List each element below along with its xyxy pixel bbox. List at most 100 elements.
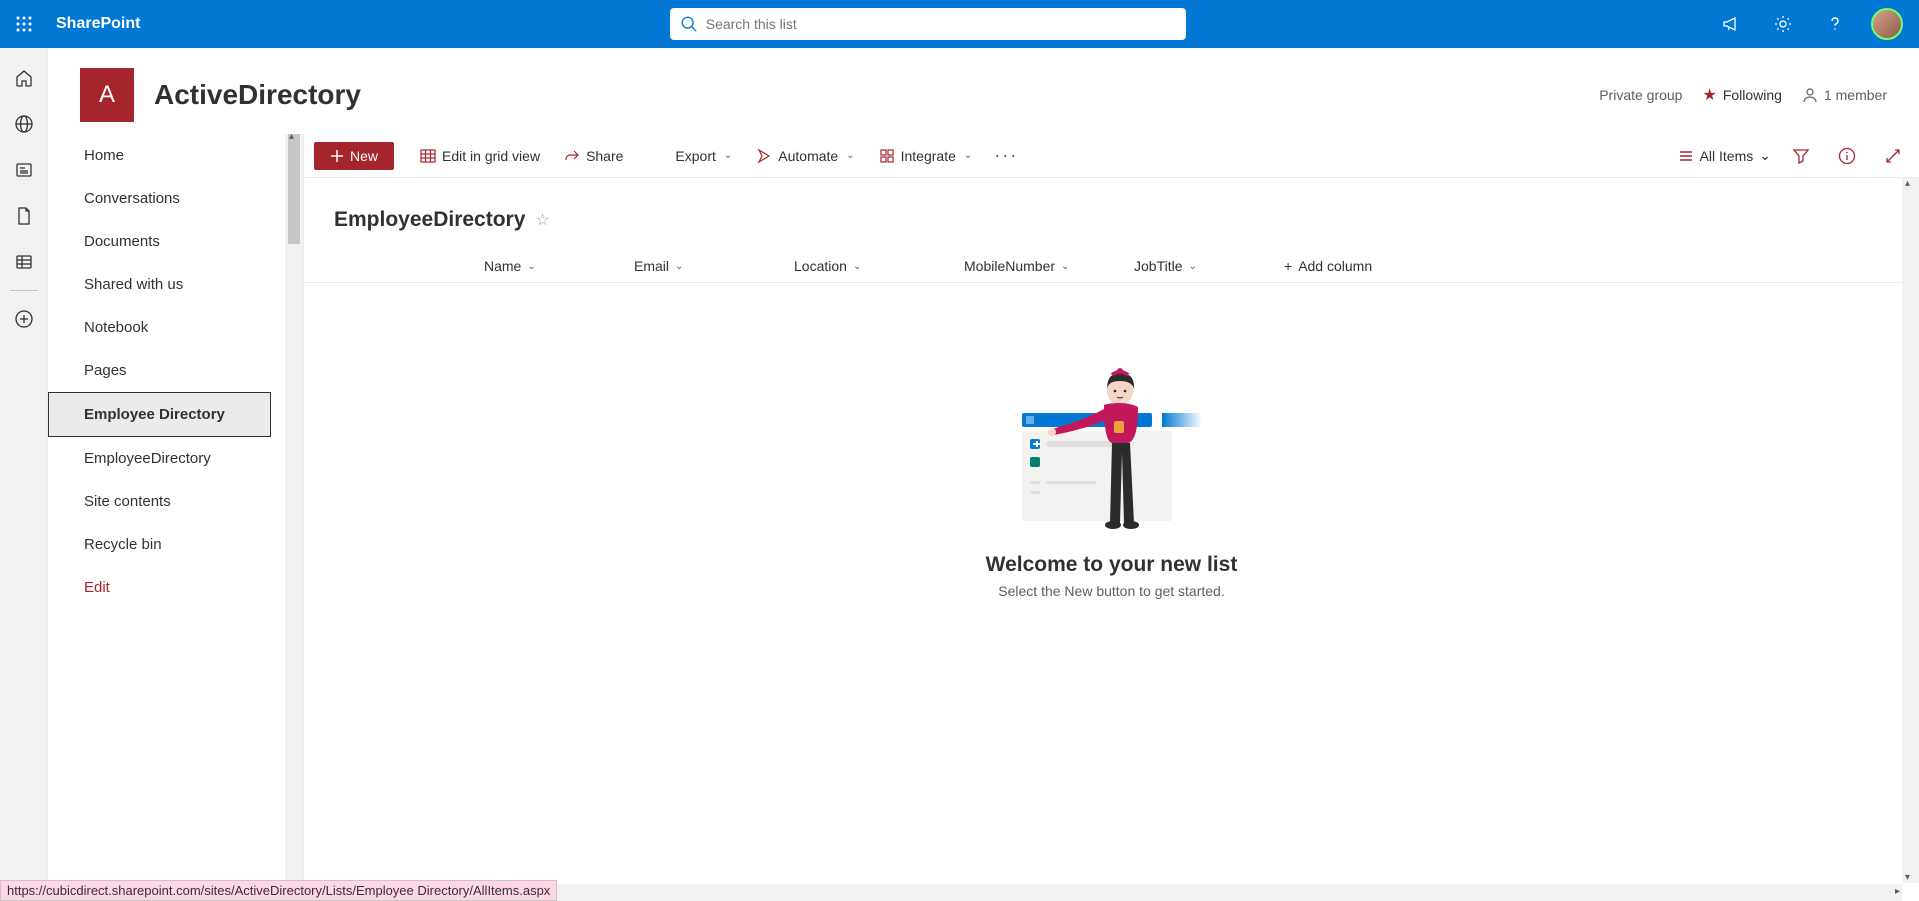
members-label: 1 member [1824, 87, 1887, 103]
chevron-down-icon: ⌄ [1759, 147, 1771, 164]
nav-item-edit[interactable]: Edit [48, 566, 285, 609]
appbar-create[interactable] [0, 297, 48, 341]
site-logo[interactable]: A [80, 68, 134, 122]
edit-grid-button[interactable]: Edit in grid view [410, 142, 550, 170]
suite-header: SharePoint [0, 0, 1919, 48]
nav-item-recycle-bin[interactable]: Recycle bin [48, 523, 285, 566]
plus-icon: + [1284, 258, 1292, 274]
nav-item-home[interactable]: Home [48, 134, 285, 177]
new-button[interactable]: New [314, 142, 394, 170]
waffle-icon [16, 16, 32, 32]
browser-status-bar: https://cubicdirect.sharepoint.com/sites… [0, 880, 557, 901]
view-label: All Items [1700, 148, 1754, 164]
empty-state-title: Welcome to your new list [304, 553, 1919, 577]
home-icon [14, 68, 34, 88]
list-icon [14, 252, 34, 272]
expand-button[interactable] [1877, 140, 1909, 172]
command-bar-right: All Items ⌄ [1678, 140, 1909, 172]
nav-item-employeedirectory[interactable]: EmployeeDirectory [48, 437, 285, 480]
filter-icon [1792, 147, 1810, 165]
search-input[interactable] [706, 16, 1176, 32]
app-launcher-button[interactable] [0, 0, 48, 48]
chevron-down-icon: ⌄ [846, 150, 854, 161]
chevron-down-icon: ⌄ [675, 261, 683, 272]
export-button[interactable]: Export ⌄ [665, 142, 742, 170]
share-icon [564, 148, 580, 164]
suite-header-right [1707, 0, 1919, 48]
chevron-down-icon: ⌄ [527, 261, 535, 272]
page-content: A ActiveDirectory Private group ★ Follow… [48, 48, 1919, 901]
nav-item-notebook[interactable]: Notebook [48, 306, 285, 349]
nav-item-site-contents[interactable]: Site contents [48, 480, 285, 523]
info-icon [1838, 147, 1856, 165]
site-header-right: Private group ★ Following 1 member [1599, 85, 1887, 105]
body-row: HomeConversationsDocumentsShared with us… [48, 134, 1919, 901]
user-avatar[interactable] [1871, 8, 1903, 40]
nav-item-documents[interactable]: Documents [48, 220, 285, 263]
automate-label: Automate [778, 148, 838, 164]
quick-launch-wrap: HomeConversationsDocumentsShared with us… [48, 134, 303, 901]
export-label: Export [675, 148, 715, 164]
favorite-toggle[interactable]: ☆ [535, 210, 549, 230]
appbar-home[interactable] [0, 56, 48, 100]
members-button[interactable]: 1 member [1802, 87, 1887, 103]
column-header-mobilenumber[interactable]: MobileNumber⌄ [964, 258, 1134, 274]
appbar-news[interactable] [0, 148, 48, 192]
help-icon [1825, 14, 1845, 34]
nav-item-shared-with-us[interactable]: Shared with us [48, 263, 285, 306]
quick-launch: HomeConversationsDocumentsShared with us… [48, 134, 285, 901]
list-scroll-region: EmployeeDirectory ☆ Name⌄ Email⌄ Locatio… [304, 178, 1919, 901]
expand-icon [1884, 147, 1902, 165]
file-icon [14, 206, 34, 226]
search-icon [680, 15, 698, 33]
quick-launch-scrollbar[interactable]: ▴ [285, 134, 303, 901]
overflow-button[interactable]: ··· [986, 145, 1026, 166]
help-button[interactable] [1811, 0, 1859, 48]
appbar-files[interactable] [0, 194, 48, 238]
list-title-row: EmployeeDirectory ☆ [304, 178, 1919, 250]
settings-button[interactable] [1759, 0, 1807, 48]
follow-button[interactable]: ★ Following [1702, 85, 1781, 105]
filter-button[interactable] [1785, 140, 1817, 172]
chevron-down-icon: ⌄ [964, 150, 972, 161]
column-header-email[interactable]: Email⌄ [634, 258, 794, 274]
integrate-label: Integrate [901, 148, 956, 164]
nav-item-employee-directory[interactable]: Employee Directory [48, 392, 271, 437]
nav-item-conversations[interactable]: Conversations [48, 177, 285, 220]
column-header-location[interactable]: Location⌄ [794, 258, 964, 274]
chevron-down-icon: ⌄ [724, 150, 732, 161]
column-header-jobtitle[interactable]: JobTitle⌄ [1134, 258, 1284, 274]
globe-icon [14, 114, 34, 134]
chevron-down-icon: ⌄ [1061, 261, 1069, 272]
brand-label[interactable]: SharePoint [48, 15, 148, 33]
share-label: Share [586, 148, 623, 164]
megaphone-button[interactable] [1707, 0, 1755, 48]
site-header: A ActiveDirectory Private group ★ Follow… [48, 48, 1919, 134]
main-region: New Edit in grid view Share Export ⌄ [303, 134, 1919, 901]
add-column-button[interactable]: +Add column [1284, 258, 1372, 274]
search-box[interactable] [670, 8, 1186, 40]
site-privacy: Private group [1599, 87, 1682, 103]
plus-icon [330, 149, 344, 163]
view-selector[interactable]: All Items ⌄ [1678, 147, 1771, 164]
empty-state: Welcome to your new list Select the New … [304, 283, 1919, 639]
appbar-lists[interactable] [0, 240, 48, 284]
list-title: EmployeeDirectory [334, 208, 525, 232]
appbar-mysites[interactable] [0, 102, 48, 146]
app-shell: A ActiveDirectory Private group ★ Follow… [0, 48, 1919, 901]
follow-label: Following [1723, 87, 1782, 103]
list-lines-icon [1678, 148, 1694, 164]
flow-icon [756, 148, 772, 164]
command-bar: New Edit in grid view Share Export ⌄ [304, 134, 1919, 178]
chevron-down-icon: ⌄ [1189, 261, 1197, 272]
nav-item-pages[interactable]: Pages [48, 349, 285, 392]
site-title[interactable]: ActiveDirectory [154, 79, 361, 111]
app-bar [0, 48, 48, 901]
integrate-button[interactable]: Integrate ⌄ [869, 142, 983, 170]
share-button[interactable]: Share [554, 142, 633, 170]
info-button[interactable] [1831, 140, 1863, 172]
column-header-name[interactable]: Name⌄ [484, 258, 634, 274]
automate-button[interactable]: Automate ⌄ [746, 142, 864, 170]
vertical-scrollbar[interactable]: ▴▾ [1902, 178, 1919, 883]
suite-header-left: SharePoint [0, 0, 148, 48]
